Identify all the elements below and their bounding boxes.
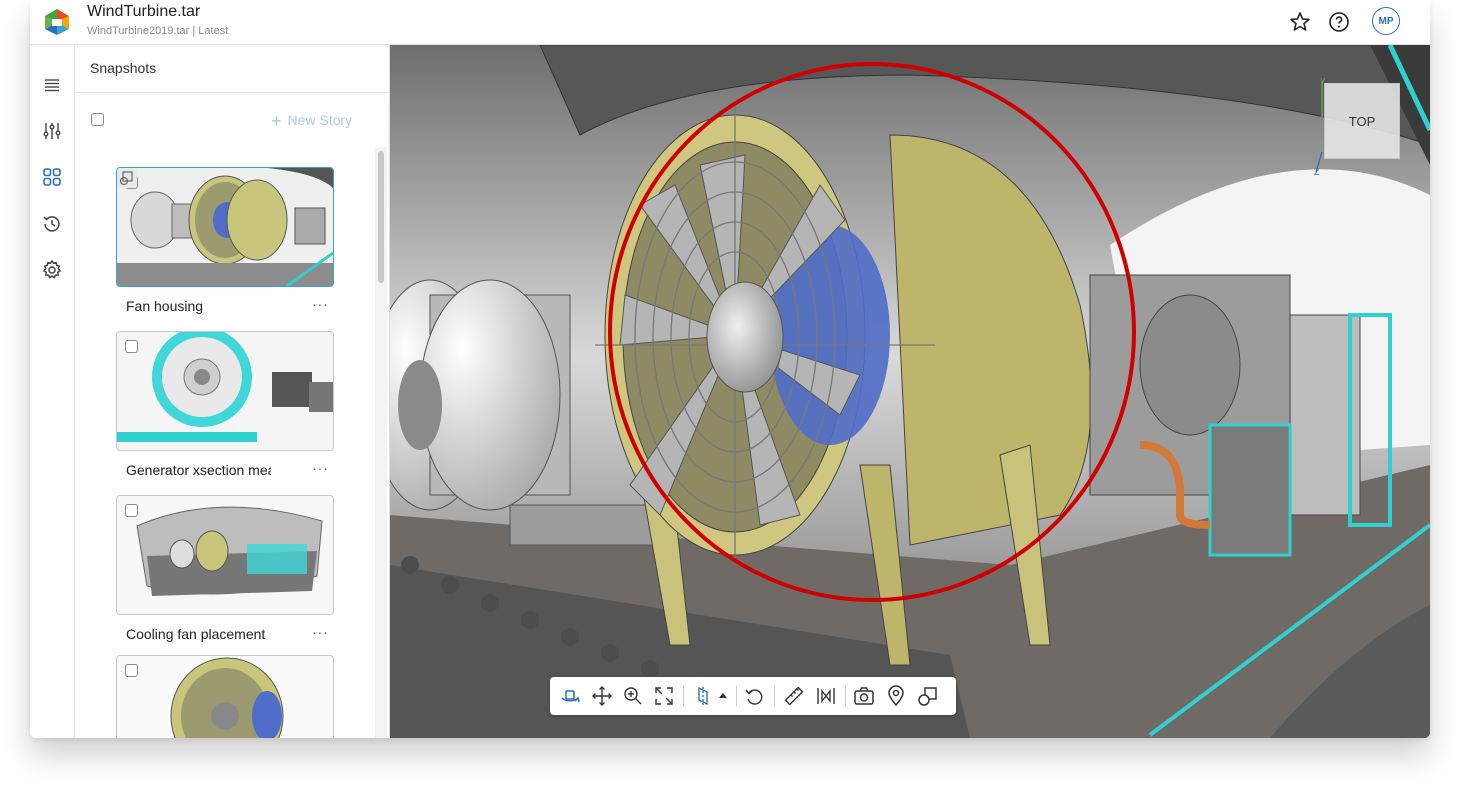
snapshot-card[interactable] <box>116 167 334 287</box>
divider <box>845 686 846 706</box>
viewer-toolbar <box>550 677 956 715</box>
pan-icon[interactable] <box>590 684 614 708</box>
divider <box>75 92 389 93</box>
explode-icon[interactable] <box>814 684 838 708</box>
orbit-icon[interactable] <box>558 684 582 708</box>
divider <box>683 686 684 706</box>
new-story-button[interactable]: + New Story <box>271 111 352 132</box>
zoom-icon[interactable] <box>621 684 645 708</box>
settings-icon[interactable] <box>40 258 64 282</box>
3d-viewport[interactable]: Y Z TOP <box>390 45 1430 738</box>
star-icon[interactable] <box>1288 10 1312 34</box>
snapshot-more-button[interactable]: ··· <box>312 460 329 476</box>
snapshot-thumbnail <box>117 656 333 738</box>
snapshot-card[interactable] <box>116 655 334 738</box>
story-icon[interactable] <box>916 684 940 708</box>
snapshot-checkbox[interactable] <box>125 664 138 677</box>
app-title: WindTurbine.tar <box>87 3 201 20</box>
snapshot-checkbox[interactable] <box>125 504 138 517</box>
snapshot-thumbnail <box>117 496 333 614</box>
app-subtitle: WindTurbine2019.tar | Latest <box>87 25 229 37</box>
snapshot-more-button[interactable]: ··· <box>312 296 329 312</box>
model-render <box>390 45 1430 738</box>
sliders-icon[interactable] <box>40 119 64 143</box>
app-header: WindTurbine.tar WindTurbine2019.tar | La… <box>30 0 1430 45</box>
new-story-label: New Story <box>287 112 353 128</box>
snapshot-checkbox[interactable] <box>125 340 138 353</box>
app-window: WindTurbine.tar WindTurbine2019.tar | La… <box>30 0 1430 738</box>
divider <box>774 686 775 706</box>
story-badge-icon <box>117 168 137 188</box>
snapshot-thumbnail <box>117 168 333 286</box>
plus-icon: + <box>271 111 282 131</box>
user-avatar[interactable]: MP <box>1372 7 1400 35</box>
help-icon[interactable] <box>1327 10 1351 34</box>
left-rail <box>30 45 75 738</box>
svg-text:Z: Z <box>1314 167 1320 175</box>
snapshot-label: Fan housing <box>126 298 204 314</box>
measure-icon[interactable] <box>782 684 806 708</box>
section-icon[interactable] <box>691 684 715 708</box>
snapshot-card[interactable] <box>116 331 334 451</box>
divider <box>736 686 737 706</box>
pin-icon[interactable] <box>884 684 908 708</box>
app-logo-icon <box>45 9 69 35</box>
history-icon[interactable] <box>40 212 64 236</box>
snapshot-label: Cooling fan placement <box>126 626 266 642</box>
snapshot-thumbnail <box>117 332 333 450</box>
reset-icon[interactable] <box>743 684 767 708</box>
fit-icon[interactable] <box>652 684 676 708</box>
caret-up-icon[interactable] <box>716 684 730 708</box>
snapshots-panel: Snapshots + New Story Fan housing ··· Ge… <box>75 45 390 738</box>
view-cube[interactable]: TOP <box>1324 83 1400 159</box>
select-all-checkbox[interactable] <box>91 113 104 126</box>
panel-title: Snapshots <box>90 60 157 76</box>
snapshot-label: Generator xsection mea <box>126 462 271 478</box>
camera-icon[interactable] <box>852 684 876 708</box>
snapshot-card[interactable] <box>116 495 334 615</box>
snapshot-more-button[interactable]: ··· <box>312 624 329 640</box>
grid-icon[interactable] <box>40 165 64 189</box>
menu-icon[interactable] <box>40 73 64 97</box>
scrollbar-thumb[interactable] <box>378 151 384 283</box>
